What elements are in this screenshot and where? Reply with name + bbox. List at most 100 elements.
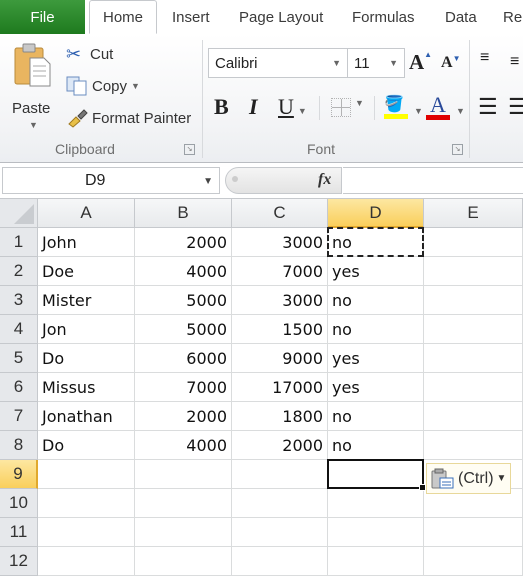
cell-a4[interactable]: Jon <box>38 315 135 344</box>
cell-a12[interactable] <box>38 547 135 576</box>
clipboard-dialog-launcher-icon[interactable]: ↘ <box>184 144 195 155</box>
cell-d7[interactable]: no <box>328 402 424 431</box>
column-header-d[interactable]: D <box>328 199 424 228</box>
row-header-4[interactable]: 4 <box>0 315 38 344</box>
name-box-dropdown-icon[interactable]: ▼ <box>203 176 213 187</box>
row-header-1[interactable]: 1 <box>0 228 38 257</box>
cell-c5[interactable]: 9000 <box>232 344 328 373</box>
cell-a8[interactable]: Do <box>38 431 135 460</box>
cell-a5[interactable]: Do <box>38 344 135 373</box>
cell-d10[interactable] <box>328 489 424 518</box>
cell-c10[interactable] <box>232 489 328 518</box>
tab-formulas[interactable]: Formulas <box>352 0 415 34</box>
cell-c6[interactable]: 17000 <box>232 373 328 402</box>
cell-a1[interactable]: John <box>38 228 135 257</box>
cell-c9[interactable] <box>232 460 328 489</box>
row-header-7[interactable]: 7 <box>0 402 38 431</box>
cell-e2[interactable] <box>424 257 523 286</box>
cell-c11[interactable] <box>232 518 328 547</box>
row-header-11[interactable]: 11 <box>0 518 38 547</box>
align-top-button[interactable]: ≡ <box>480 50 489 66</box>
cell-b6[interactable]: 7000 <box>135 373 232 402</box>
cell-b5[interactable]: 6000 <box>135 344 232 373</box>
cell-d1[interactable]: no <box>328 228 424 257</box>
fill-color-dropdown-icon[interactable]: ▼ <box>414 106 423 116</box>
font-size-combo[interactable]: 11 ▼ <box>347 48 405 78</box>
row-header-6[interactable]: 6 <box>0 373 38 402</box>
grow-font-button[interactable]: A▲ <box>409 50 432 75</box>
row-header-2[interactable]: 2 <box>0 257 38 286</box>
row-header-3[interactable]: 3 <box>0 286 38 315</box>
cut-button[interactable]: ✂ Cut <box>66 44 113 65</box>
cell-c2[interactable]: 7000 <box>232 257 328 286</box>
cell-d4[interactable]: no <box>328 315 424 344</box>
italic-button[interactable]: I <box>249 94 258 120</box>
column-header-a[interactable]: A <box>38 199 135 228</box>
cell-a2[interactable]: Doe <box>38 257 135 286</box>
cell-a11[interactable] <box>38 518 135 547</box>
cell-e8[interactable] <box>424 431 523 460</box>
formula-input[interactable] <box>343 167 523 194</box>
tab-insert[interactable]: Insert <box>172 0 210 34</box>
font-dialog-launcher-icon[interactable]: ↘ <box>452 144 463 155</box>
tab-home[interactable]: Home <box>89 0 157 34</box>
insert-function-button[interactable]: fx <box>318 171 331 189</box>
copy-button[interactable]: Copy ▼ <box>66 76 140 96</box>
font-name-combo[interactable]: Calibri ▼ <box>208 48 348 78</box>
active-cell-outline[interactable] <box>327 459 426 491</box>
name-box[interactable]: D9 ▼ <box>2 167 220 194</box>
cell-b11[interactable] <box>135 518 232 547</box>
cell-d6[interactable]: yes <box>328 373 424 402</box>
row-header-12[interactable]: 12 <box>0 547 38 576</box>
expand-handle-icon[interactable] <box>232 176 238 182</box>
cell-b10[interactable] <box>135 489 232 518</box>
paste-options-dropdown-icon[interactable]: ▼ <box>497 473 507 484</box>
cell-e7[interactable] <box>424 402 523 431</box>
cell-d3[interactable]: no <box>328 286 424 315</box>
row-header-5[interactable]: 5 <box>0 344 38 373</box>
tab-file[interactable]: File <box>0 0 85 34</box>
cell-c12[interactable] <box>232 547 328 576</box>
cell-a3[interactable]: Mister <box>38 286 135 315</box>
paste-button[interactable]: Paste ▼ <box>8 40 58 136</box>
copy-dropdown-icon[interactable]: ▼ <box>131 81 140 91</box>
cell-d12[interactable] <box>328 547 424 576</box>
font-size-dropdown-icon[interactable]: ▼ <box>389 58 398 68</box>
cell-b7[interactable]: 2000 <box>135 402 232 431</box>
cell-e5[interactable] <box>424 344 523 373</box>
cell-b12[interactable] <box>135 547 232 576</box>
cell-b2[interactable]: 4000 <box>135 257 232 286</box>
cell-e4[interactable] <box>424 315 523 344</box>
select-all-button[interactable] <box>0 199 38 228</box>
column-header-c[interactable]: C <box>232 199 328 228</box>
borders-dropdown-icon[interactable]: ▼ <box>355 98 364 108</box>
borders-button[interactable]: ▼ <box>331 98 364 122</box>
paste-options-button[interactable]: (Ctrl) ▼ <box>426 463 511 494</box>
column-header-e[interactable]: E <box>424 199 523 228</box>
column-header-b[interactable]: B <box>135 199 232 228</box>
tab-review[interactable]: Re <box>503 0 522 34</box>
cell-e1[interactable] <box>424 228 523 257</box>
cell-a10[interactable] <box>38 489 135 518</box>
cell-b8[interactable]: 4000 <box>135 431 232 460</box>
paste-dropdown-icon[interactable]: ▼ <box>29 120 38 130</box>
bold-button[interactable]: B <box>214 94 229 120</box>
cell-d5[interactable]: yes <box>328 344 424 373</box>
cell-d2[interactable]: yes <box>328 257 424 286</box>
font-color-dropdown-icon[interactable]: ▼ <box>456 106 465 116</box>
font-name-dropdown-icon[interactable]: ▼ <box>332 58 341 68</box>
font-color-button[interactable]: A <box>426 92 450 120</box>
row-header-10[interactable]: 10 <box>0 489 38 518</box>
cell-b1[interactable]: 2000 <box>135 228 232 257</box>
cell-b4[interactable]: 5000 <box>135 315 232 344</box>
align-middle-button[interactable]: ≡ <box>510 54 519 70</box>
cell-e11[interactable] <box>424 518 523 547</box>
cell-c1[interactable]: 3000 <box>232 228 328 257</box>
row-header-9[interactable]: 9 <box>0 460 38 489</box>
cell-b3[interactable]: 5000 <box>135 286 232 315</box>
cell-c3[interactable]: 3000 <box>232 286 328 315</box>
cell-e12[interactable] <box>424 547 523 576</box>
format-painter-button[interactable]: Format Painter <box>66 108 191 128</box>
cell-d8[interactable]: no <box>328 431 424 460</box>
cell-b9[interactable] <box>135 460 232 489</box>
